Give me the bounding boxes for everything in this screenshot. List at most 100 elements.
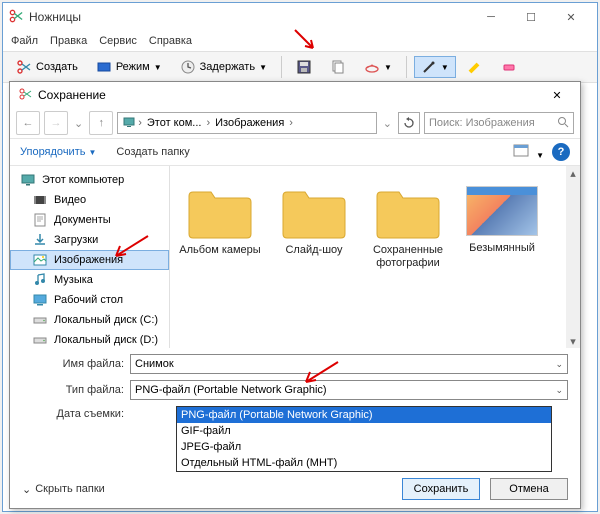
eraser-button[interactable] <box>494 56 524 78</box>
sidebar-item-downloads[interactable]: Загрузки <box>10 230 169 250</box>
mail-icon <box>364 59 380 75</box>
filetype-select[interactable]: PNG-файл (Portable Network Graphic)⌄ <box>130 380 568 400</box>
scissors-icon <box>9 9 23 26</box>
breadcrumb[interactable]: › Этот ком... › Изображения › <box>117 112 377 134</box>
pen-button[interactable]: ▼ <box>414 56 456 78</box>
menubar: Файл Правка Сервис Справка <box>3 31 597 51</box>
rect-icon <box>96 59 112 75</box>
sidebar-item-documents[interactable]: Документы <box>10 210 169 230</box>
highlighter-icon <box>467 59 483 75</box>
floppy-icon <box>296 59 312 75</box>
music-icon <box>32 272 48 288</box>
up-button[interactable]: ↑ <box>89 111 113 135</box>
menu-service[interactable]: Сервис <box>99 35 137 47</box>
chevron-down-icon[interactable]: ⌄ <box>72 117 85 130</box>
mode-button[interactable]: Режим ▼ <box>89 56 169 78</box>
highlighter-button[interactable] <box>460 56 490 78</box>
sidebar-item-desktop[interactable]: Рабочий стол <box>10 290 169 310</box>
organize-button[interactable]: Упорядочить ▼ <box>20 146 96 158</box>
main-toolbar: Создать Режим ▼ Задержать ▼ ▼ ▼ <box>3 51 597 83</box>
drive-icon <box>32 312 48 328</box>
maximize-button[interactable]: ☐ <box>511 4 551 30</box>
monitor-icon <box>20 172 36 188</box>
sidebar-item-disk-d[interactable]: Локальный диск (D:) <box>10 330 169 348</box>
back-button[interactable]: ← <box>16 111 40 135</box>
option-jpeg[interactable]: JPEG-файл <box>177 439 551 455</box>
scissors-icon <box>16 59 32 75</box>
chevron-down-icon: ⌄ <box>22 483 31 496</box>
scrollbar[interactable]: ▴▾ <box>566 166 580 348</box>
file-item[interactable]: Безымянный <box>458 176 546 338</box>
option-png[interactable]: PNG-файл (Portable Network Graphic) <box>177 407 551 423</box>
forward-button[interactable]: → <box>44 111 68 135</box>
option-mht[interactable]: Отдельный HTML-файл (MHT) <box>177 455 551 471</box>
date-label: Дата съемки: <box>50 408 130 420</box>
file-item[interactable]: Слайд-шоу <box>270 176 358 338</box>
filetype-dropdown: PNG-файл (Portable Network Graphic) GIF-… <box>176 406 552 472</box>
form-area: Имя файла: Снимок⌄ Тип файла: PNG-файл (… <box>10 348 580 478</box>
dialog-toolbar: Упорядочить ▼ Создать папку ▼ ? <box>10 138 580 166</box>
new-button[interactable]: Создать <box>9 56 85 78</box>
clock-icon <box>180 59 196 75</box>
filetype-label: Тип файла: <box>50 384 130 396</box>
dialog-title: Сохранение <box>38 88 542 102</box>
view-button[interactable]: ▼ <box>513 144 544 161</box>
new-folder-button[interactable]: Создать папку <box>116 146 189 158</box>
monitor-icon <box>122 115 136 132</box>
film-icon <box>32 192 48 208</box>
download-icon <box>32 232 48 248</box>
chevron-down-icon: ▼ <box>88 148 96 157</box>
picture-icon <box>32 252 48 268</box>
mail-button[interactable]: ▼ <box>357 56 399 78</box>
hide-folders-button[interactable]: ⌄ Скрыть папки <box>22 483 105 496</box>
dialog-titlebar: Сохранение ✕ <box>10 82 580 108</box>
menu-edit[interactable]: Правка <box>50 35 87 47</box>
save-button[interactable]: Сохранить <box>402 478 480 500</box>
search-input[interactable]: Поиск: Изображения <box>424 112 574 134</box>
image-thumb <box>466 186 538 236</box>
chevron-down-icon: ▼ <box>441 63 449 72</box>
drive-icon <box>32 332 48 348</box>
file-item[interactable]: Сохраненные фотографии <box>364 176 452 338</box>
filename-input[interactable]: Снимок⌄ <box>130 354 568 374</box>
folder-icon <box>373 182 443 240</box>
file-area[interactable]: Альбом камеры Слайд-шоу Сохраненные фото… <box>170 166 580 348</box>
pen-icon <box>421 59 437 75</box>
option-gif[interactable]: GIF-файл <box>177 423 551 439</box>
chevron-down-icon[interactable]: ⌄ <box>381 117 394 130</box>
snip-window: Ножницы ─ ☐ ✕ Файл Правка Сервис Справка… <box>2 2 598 512</box>
sidebar-item-video[interactable]: Видео <box>10 190 169 210</box>
folder-icon <box>279 182 349 240</box>
menu-file[interactable]: Файл <box>11 35 38 47</box>
copy-icon <box>330 59 346 75</box>
chevron-down-icon: ▼ <box>154 63 162 72</box>
minimize-button[interactable]: ─ <box>471 4 511 30</box>
delay-button[interactable]: Задержать ▼ <box>173 56 274 78</box>
window-title: Ножницы <box>29 10 471 24</box>
menu-help[interactable]: Справка <box>149 35 192 47</box>
folder-icon <box>185 182 255 240</box>
titlebar: Ножницы ─ ☐ ✕ <box>3 3 597 31</box>
sidebar-item-music[interactable]: Музыка <box>10 270 169 290</box>
search-icon <box>557 116 569 131</box>
close-button[interactable]: ✕ <box>551 4 591 30</box>
sidebar-item-pictures[interactable]: Изображения <box>10 250 169 270</box>
copy-button[interactable] <box>323 56 353 78</box>
eraser-icon <box>501 59 517 75</box>
chevron-down-icon: ▼ <box>384 63 392 72</box>
filename-label: Имя файла: <box>50 358 130 370</box>
sidebar: Этот компьютер Видео Документы Загрузки … <box>10 166 170 348</box>
nav-bar: ← → ⌄ ↑ › Этот ком... › Изображения › ⌄ … <box>10 108 580 138</box>
desktop-icon <box>32 292 48 308</box>
chevron-down-icon: ▼ <box>259 63 267 72</box>
scissors-icon <box>18 87 32 104</box>
save-button[interactable] <box>289 56 319 78</box>
sidebar-item-disk-c[interactable]: Локальный диск (C:) <box>10 310 169 330</box>
sidebar-item-this-pc[interactable]: Этот компьютер <box>10 170 169 190</box>
cancel-button[interactable]: Отмена <box>490 478 568 500</box>
file-item[interactable]: Альбом камеры <box>176 176 264 338</box>
refresh-button[interactable] <box>398 112 420 134</box>
doc-icon <box>32 212 48 228</box>
close-button[interactable]: ✕ <box>542 85 572 105</box>
help-button[interactable]: ? <box>552 143 570 161</box>
